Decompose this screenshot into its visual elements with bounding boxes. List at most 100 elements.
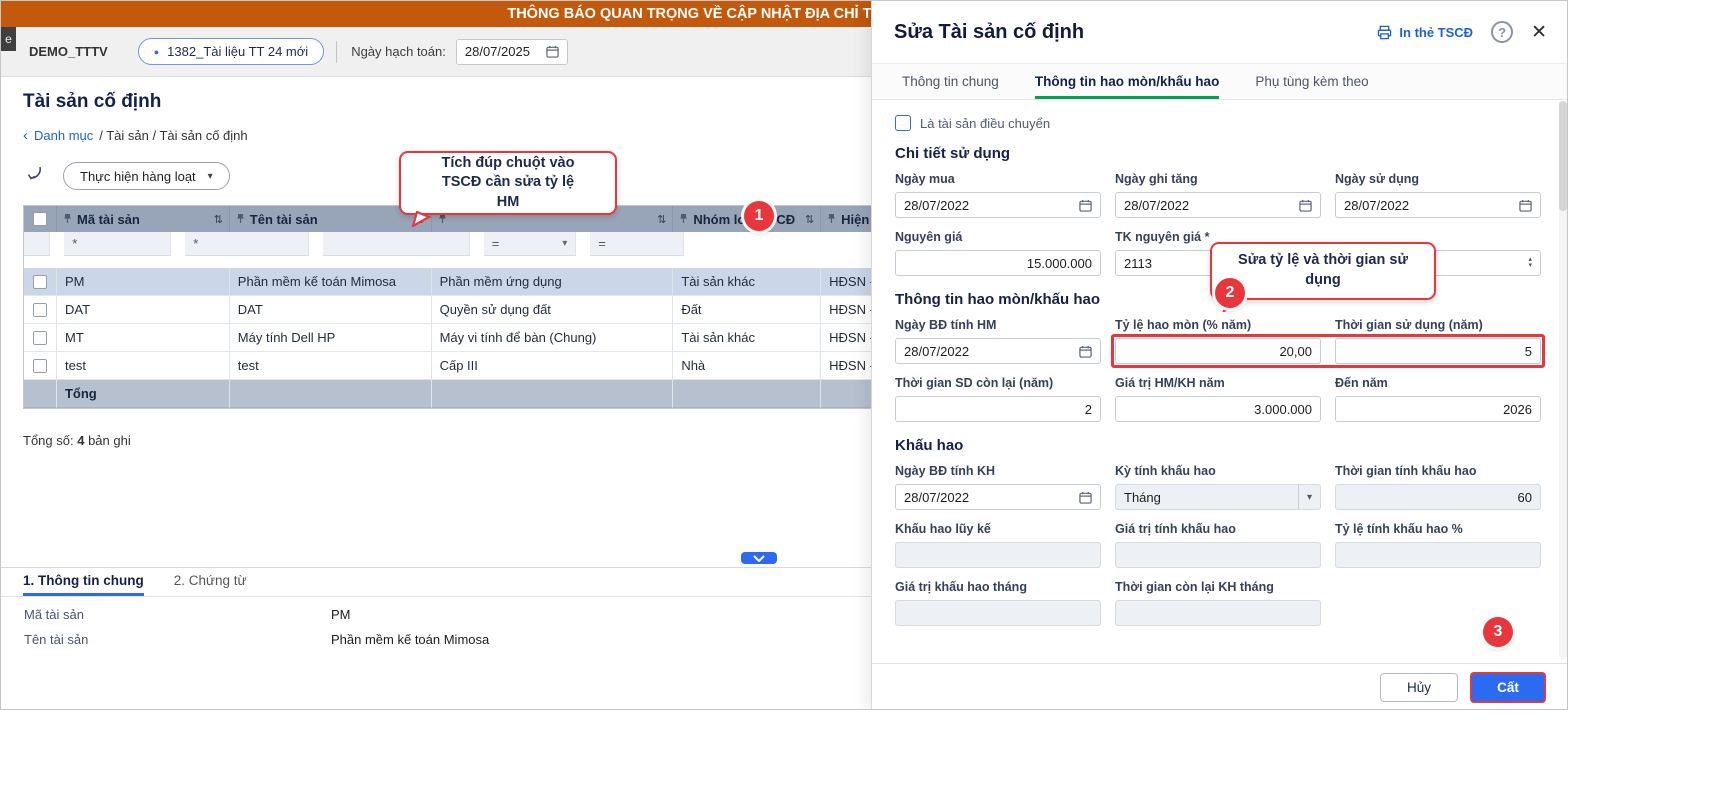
tab-phu-tung-kem-theo[interactable]: Phụ tùng kèm theo	[1255, 74, 1368, 99]
cell-name: Máy tính Dell HP	[230, 324, 432, 352]
detail-value: PM	[331, 607, 351, 622]
table-row[interactable]: MT Máy tính Dell HP Máy vi tính để bàn (…	[24, 324, 971, 352]
filter-cell-name[interactable]: *	[185, 232, 309, 256]
transfer-checkbox[interactable]	[895, 115, 911, 131]
calendar-icon[interactable]	[546, 45, 559, 58]
kh-base-input[interactable]	[1115, 542, 1321, 568]
table-row[interactable]: DAT DAT Quyền sử dụng đất Đất HĐSN -	[24, 296, 971, 324]
sort-icon[interactable]: ⇅	[214, 213, 223, 226]
kh-accum-input[interactable]	[895, 542, 1101, 568]
select-all-checkbox[interactable]	[33, 212, 47, 226]
cell-code: test	[57, 352, 230, 380]
hm-rate-input[interactable]: 20,00	[1115, 338, 1321, 364]
kh-month-left-input[interactable]	[1115, 600, 1321, 626]
field-value: 2026	[1503, 402, 1532, 417]
modal-scrollbar[interactable]	[1559, 101, 1567, 659]
use-date-input[interactable]: 28/07/2022	[1335, 192, 1541, 218]
row-checkbox[interactable]	[33, 303, 47, 317]
row-checkbox[interactable]	[33, 359, 47, 373]
pin-icon[interactable]	[236, 212, 245, 227]
tab-thong-tin-chung[interactable]: 1. Thông tin chung	[23, 573, 144, 596]
field-label: Tỷ lệ tính khấu hao %	[1335, 522, 1541, 538]
hm-start-date-input[interactable]: 28/07/2022	[895, 338, 1101, 364]
breadcrumb-link-danh-muc[interactable]: Danh mục	[34, 128, 93, 143]
document-pill[interactable]: ● 1382_Tài liệu TT 24 mới	[138, 38, 324, 65]
table-row[interactable]: test test Cấp III Nhà HĐSN -	[24, 352, 971, 380]
callout-tail	[411, 211, 431, 227]
use-years-input[interactable]: 5	[1335, 338, 1541, 364]
batch-action-button[interactable]: Thực hiện hàng loạt ▾	[63, 162, 230, 190]
spinner-icon[interactable]: ▴ ▾	[1528, 257, 1532, 269]
filter-cell-group[interactable]: =▾	[484, 232, 577, 256]
asset-table: Mã tài sản ⇅ Tên tài sản ⇅ ⇅	[23, 205, 971, 409]
calendar-icon[interactable]	[1079, 199, 1092, 212]
cell-name: DAT	[230, 296, 432, 324]
kh-rate-input[interactable]	[1335, 542, 1541, 568]
panel-expander-button[interactable]	[741, 552, 777, 564]
form-row: Khấu hao lũy kế Giá trị tính khấu hao Tỷ…	[895, 522, 1555, 568]
spinner-down-icon[interactable]: ▾	[1528, 263, 1532, 269]
detail-value: Phần mềm kế toán Mimosa	[331, 632, 489, 647]
pin-icon[interactable]	[63, 212, 72, 227]
chevron-down-icon[interactable]: ▾	[1298, 485, 1312, 509]
kh-period-select[interactable]: Tháng ▾	[1115, 484, 1321, 510]
curved-arrow-icon[interactable]	[25, 164, 45, 189]
batch-action-label: Thực hiện hàng loạt	[80, 169, 196, 184]
back-chevron-icon[interactable]: ‹	[23, 129, 28, 142]
field-label: Giá trị khấu hao tháng	[895, 580, 1101, 596]
form-row: Ngày mua 28/07/2022 Ngày ghi tăng 28/07/…	[895, 172, 1555, 218]
tab-thong-tin-chung[interactable]: Thông tin chung	[902, 74, 999, 99]
cell-group: Tài sản khác	[673, 324, 821, 352]
field-value: 2113	[1124, 256, 1152, 271]
kh-month-value-input[interactable]	[895, 600, 1101, 626]
form-row: Ngày BĐ tính KH 28/07/2022 Kỳ tính khấu …	[895, 464, 1555, 510]
kh-start-date-input[interactable]: 28/07/2022	[895, 484, 1101, 510]
record-date-input[interactable]: 28/07/2022	[1115, 192, 1321, 218]
edge-tab[interactable]: e	[1, 27, 16, 51]
sort-icon[interactable]: ⇅	[657, 213, 666, 226]
cancel-button[interactable]: Hủy	[1380, 673, 1458, 702]
step1-badge: 1	[744, 201, 774, 231]
tab-chung-tu[interactable]: 2. Chứng từ	[174, 573, 247, 596]
scrollbar-thumb[interactable]	[1559, 101, 1567, 211]
sort-icon[interactable]: ⇅	[805, 213, 814, 226]
print-asset-card-link[interactable]: In thẻ TSCĐ	[1377, 25, 1473, 40]
table-row[interactable]: PM Phần mềm kế toán Mimosa Phần mềm ứng …	[24, 268, 971, 296]
kh-time-input[interactable]: 60	[1335, 484, 1541, 510]
chevron-down-icon[interactable]: ▾	[562, 238, 567, 249]
pin-icon[interactable]	[679, 212, 688, 227]
calendar-icon[interactable]	[1079, 345, 1092, 358]
tab-hao-mon-khau-hao[interactable]: Thông tin hao mòn/khấu hao	[1035, 74, 1220, 99]
row-checkbox[interactable]	[33, 275, 47, 289]
cell-type: Quyền sử dụng đất	[432, 296, 674, 324]
field-value: 20,00	[1279, 344, 1312, 359]
field-value: 28/07/2022	[1124, 198, 1299, 213]
row-select-cell	[24, 352, 57, 380]
column-title: Tên tài sản	[250, 212, 318, 227]
filter-cell-status[interactable]: =	[590, 232, 684, 256]
pin-icon[interactable]	[827, 212, 836, 227]
toolbar-divider	[336, 41, 337, 63]
calendar-icon[interactable]	[1079, 491, 1092, 504]
print-link-label: In thẻ TSCĐ	[1399, 25, 1473, 40]
original-cost-input[interactable]: 15.000.000	[895, 250, 1101, 276]
filter-cell-type[interactable]	[323, 232, 470, 256]
purchase-date-input[interactable]: 28/07/2022	[895, 192, 1101, 218]
close-icon[interactable]: ✕	[1531, 21, 1547, 44]
help-icon[interactable]: ?	[1491, 21, 1513, 43]
remaining-years-input[interactable]: 2	[895, 396, 1101, 422]
document-pill-label: 1382_Tài liệu TT 24 mới	[167, 44, 308, 59]
column-header-code[interactable]: Mã tài sản ⇅	[57, 206, 230, 232]
filter-cell-code[interactable]: *	[64, 232, 171, 256]
select-all-cell[interactable]	[24, 206, 57, 232]
save-button[interactable]: Cất	[1470, 672, 1546, 703]
calendar-icon[interactable]	[1299, 199, 1312, 212]
annual-value-input[interactable]: 3.000.000	[1115, 396, 1321, 422]
calendar-icon[interactable]	[1519, 199, 1532, 212]
posting-date-input[interactable]: 28/07/2025	[456, 39, 568, 65]
field-value: 28/07/2022	[1344, 198, 1519, 213]
to-year-input[interactable]: 2026	[1335, 396, 1541, 422]
row-checkbox[interactable]	[33, 331, 47, 345]
cell-type: Máy vi tính để bàn (Chung)	[432, 324, 674, 352]
transfer-checkbox-row: Là tài sản điều chuyển	[895, 112, 1568, 134]
